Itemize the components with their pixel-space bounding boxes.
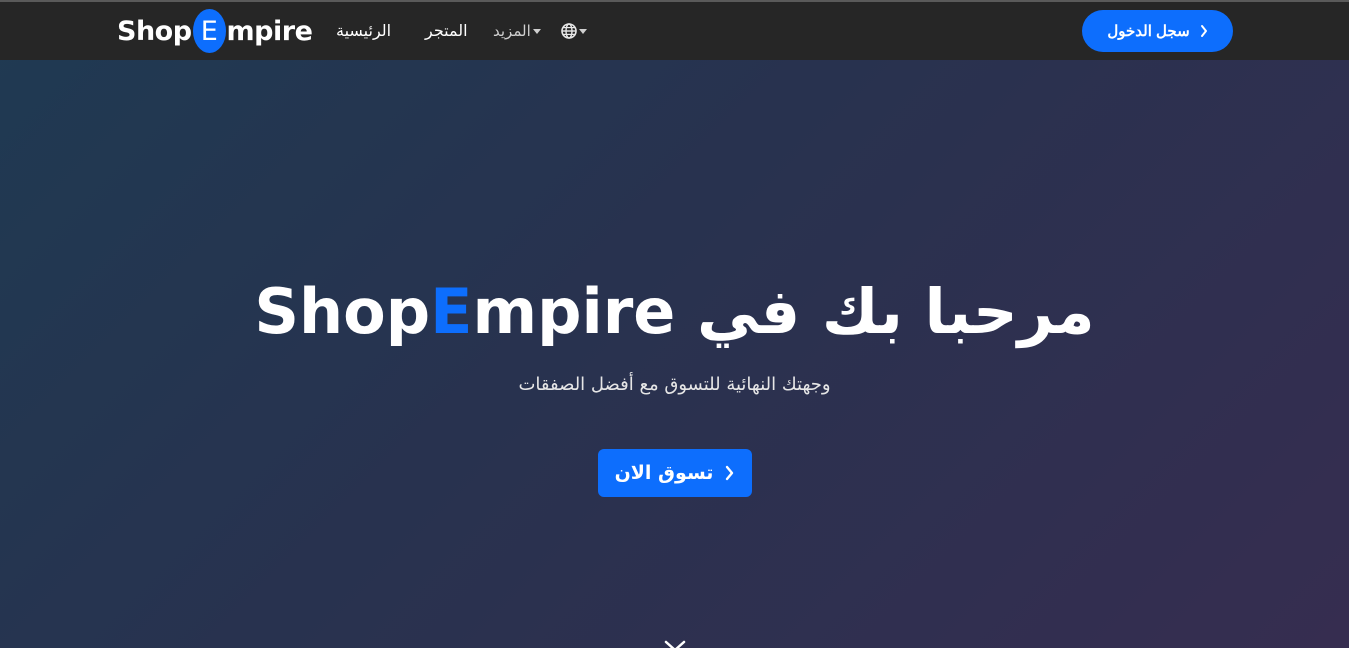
nav-dropdown-more-label: المزيد — [493, 22, 531, 40]
hero-title-arabic: مرحبا بك في — [696, 275, 1095, 348]
brand-logo[interactable]: Shop E mpire — [117, 9, 313, 53]
caret-down-icon — [579, 28, 587, 34]
hero-title-brand-accent: E — [430, 275, 473, 348]
nav-dropdown-more[interactable]: المزيد — [493, 22, 541, 40]
chevron-left-icon — [726, 465, 734, 481]
navbar: Shop E mpire الرئيسية المتجر المزيد سجل … — [0, 2, 1349, 60]
brand-text-part2: mpire — [226, 15, 313, 47]
shop-now-button[interactable]: تسوق الان — [598, 449, 752, 497]
brand-badge: E — [192, 9, 226, 53]
hero-subtitle: وجهتك النهائية للتسوق مع أفضل الصفقات — [518, 374, 831, 395]
brand-text-part1: Shop — [117, 15, 192, 47]
login-button[interactable]: سجل الدخول — [1082, 10, 1233, 52]
hero-title-brand: ShopEmpire — [254, 275, 675, 348]
hero-title: ShopEmpire مرحبا بك في — [0, 272, 1349, 352]
chevron-left-icon — [1200, 25, 1207, 37]
chevron-down-icon[interactable] — [663, 640, 687, 648]
globe-icon — [561, 23, 577, 39]
shop-now-button-label: تسوق الان — [614, 462, 714, 484]
hero-title-brand-part2: mpire — [472, 275, 676, 348]
nav-link-home[interactable]: الرئيسية — [336, 21, 391, 40]
login-button-label: سجل الدخول — [1107, 23, 1190, 40]
language-dropdown[interactable] — [561, 23, 587, 39]
nav-link-store[interactable]: المتجر — [425, 21, 468, 40]
hero-title-brand-part1: Shop — [254, 275, 431, 348]
caret-down-icon — [532, 29, 541, 34]
